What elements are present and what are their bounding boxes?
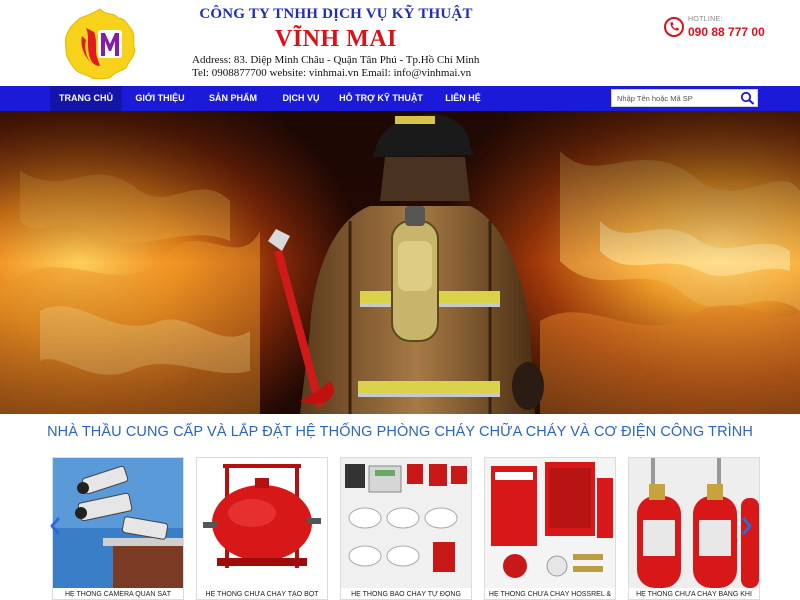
nav-item-support[interactable]: HỖ TRỢ KỸ THUẬT: [334, 86, 428, 111]
company-info: CÔNG TY TNHH DỊCH VỤ KỸ THUẬT VĨNH MAI A…: [186, 4, 486, 80]
product-caption: HỆ THỐNG CHỮA CHÁY HOSSREL &: [488, 591, 612, 598]
site-header: CÔNG TY TNHH DỊCH VỤ KỸ THUẬT VĨNH MAI A…: [0, 0, 800, 86]
nav-item-products[interactable]: SẢN PHẨM: [200, 86, 266, 111]
product-card[interactable]: HỆ THỐNG CHỮA CHÁY HOSSREL &: [484, 457, 616, 600]
product-caption: HỆ THỐNG CHỮA CHÁY BẰNG KHÍ: [636, 591, 752, 598]
product-card[interactable]: HỆ THỐNG CHỮA CHÁY TẠO BỌT: [196, 457, 328, 600]
product-image-hydrant: [485, 458, 615, 588]
company-contact[interactable]: Tel: 0908877700 website: vinhmai.vn Emai…: [186, 67, 486, 80]
product-image-camera: [53, 458, 183, 588]
company-name-line1: CÔNG TY TNHH DỊCH VỤ KỸ THUẬT: [199, 6, 473, 22]
phone-icon: [664, 17, 684, 37]
product-caption: HỆ THỐNG CAMERA QUAN SÁT: [64, 591, 172, 598]
nav-item-about[interactable]: GIỚI THIỆU: [126, 86, 194, 111]
hotline-label: HOTLINE:: [688, 16, 723, 23]
product-card[interactable]: HỆ THỐNG CAMERA QUAN SÁT: [52, 457, 184, 600]
firefighter-hero-image: [0, 111, 800, 414]
hotline[interactable]: HOTLINE: 090 88 777 00: [664, 14, 784, 44]
search-icon[interactable]: [740, 91, 755, 105]
product-image-foam-tank: [197, 458, 327, 588]
product-caption: HỆ THỐNG BÁO CHÁY TỰ ĐỘNG: [351, 591, 461, 598]
chevron-right-icon[interactable]: [740, 516, 754, 536]
nav-item-services[interactable]: DỊCH VỤ: [272, 86, 330, 111]
search-box: [611, 89, 758, 107]
company-address: Address: 83. Diệp Minh Châu - Quận Tân P…: [192, 54, 480, 66]
product-caption: HỆ THỐNG CHỮA CHÁY TẠO BỌT: [205, 591, 319, 598]
product-card[interactable]: HỆ THỐNG BÁO CHÁY TỰ ĐỘNG: [340, 457, 472, 600]
search-input[interactable]: [612, 90, 740, 106]
hotline-number[interactable]: 090 88 777 00: [688, 25, 765, 39]
page-headline: NHÀ THẦU CUNG CẤP VÀ LẮP ĐẶT HỆ THỐNG PH…: [47, 424, 753, 440]
hero-banner: [0, 111, 800, 414]
vm-logo-icon[interactable]: [62, 6, 138, 82]
chevron-left-icon[interactable]: [48, 516, 62, 536]
nav-item-home[interactable]: TRANG CHỦ: [50, 86, 122, 111]
company-name-line2: VĨNH MAI: [275, 26, 397, 52]
product-image-fire-alarm: [341, 458, 471, 588]
product-carousel: HỆ THỐNG CAMERA QUAN SÁT HỆ THỐNG CHỮA C…: [52, 457, 760, 600]
nav-item-contact[interactable]: LIÊN HỆ: [434, 86, 492, 111]
